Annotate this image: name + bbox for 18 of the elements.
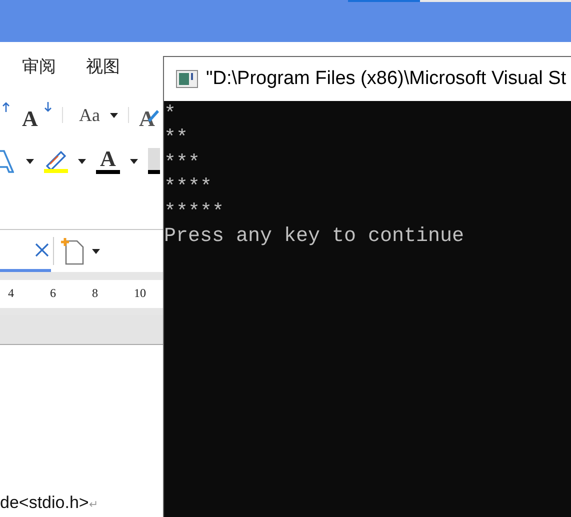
- paragraph-mark: ↵: [88, 500, 98, 511]
- window-title: "D:\Program Files (x86)\Microsoft Visual St: [206, 66, 566, 91]
- console-line: Press any key to continue: [164, 224, 464, 250]
- console-line: *****: [164, 200, 224, 225]
- menu-tab[interactable]: 视图: [86, 54, 120, 80]
- shrink-font-button[interactable]: A: [22, 102, 52, 128]
- console-line: ****: [164, 176, 212, 201]
- font-color-button[interactable]: A: [96, 148, 138, 174]
- console-line: ***: [164, 152, 200, 176]
- code-line: de<stdio.h>: [0, 494, 89, 511]
- ruler-number: 4: [8, 285, 14, 302]
- change-case-button[interactable]: Aa: [73, 102, 118, 128]
- ruler-number: 8: [92, 285, 98, 302]
- ruler-number: 10: [134, 285, 146, 302]
- console-line: **: [164, 127, 188, 152]
- menu-tab[interactable]: 审阅: [22, 54, 56, 80]
- console-line: *: [164, 103, 176, 128]
- ruler-number: 6: [50, 285, 56, 302]
